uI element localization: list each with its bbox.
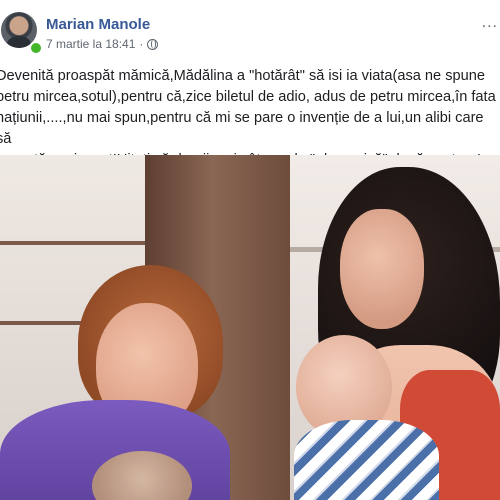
post-photo[interactable]: [0, 155, 500, 500]
globe-icon: [147, 38, 159, 50]
right-woman-face: [340, 209, 424, 329]
baby-clothes: [294, 420, 439, 500]
more-icon[interactable]: ...: [482, 14, 498, 32]
post-timestamp[interactable]: 7 martie la 18:41: [46, 37, 135, 51]
avatar-body: [7, 36, 31, 48]
meta-separator: ·: [139, 37, 144, 51]
online-status-dot: [29, 41, 43, 55]
post-author[interactable]: Marian Manole: [46, 16, 150, 33]
post-header: Marian Manole 7 martie la 18:41 · ...: [0, 0, 500, 60]
post-meta: 7 martie la 18:41 ·: [46, 37, 159, 51]
